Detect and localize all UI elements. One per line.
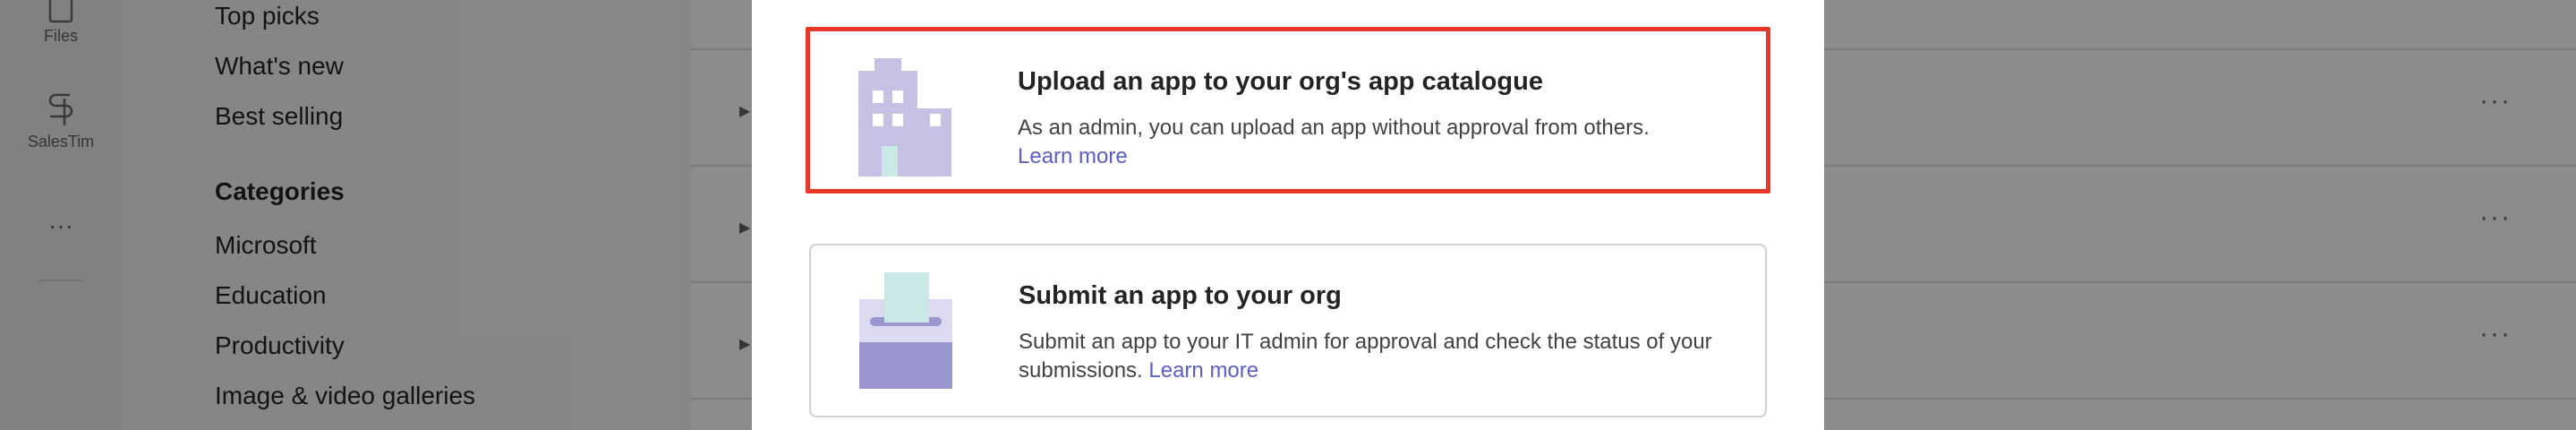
upload-to-catalogue-option[interactable]: Upload an app to your org's app catalogu… [806, 27, 1770, 194]
submit-card-description: Submit an app to your IT admin for appro… [1019, 328, 1735, 385]
submit-learn-more-link[interactable]: Learn more [1148, 358, 1258, 383]
building-icon [858, 58, 951, 176]
upload-card-description-text: As an admin, you can upload an app witho… [1018, 116, 1650, 140]
submit-card-title: Submit an app to your org [1019, 281, 1342, 310]
upload-app-dialog: Upload an app to your org's app catalogu… [752, 0, 1824, 430]
submit-box-icon [859, 272, 952, 389]
submit-card-description-text: Submit an app to your IT admin for appro… [1019, 330, 1712, 383]
submit-to-org-option[interactable]: Submit an app to your org Submit an app … [809, 244, 1767, 417]
upload-learn-more-link[interactable]: Learn more [1018, 144, 1128, 168]
upload-card-description: As an admin, you can upload an app witho… [1018, 114, 1734, 171]
upload-card-title: Upload an app to your org's app catalogu… [1018, 67, 1543, 96]
